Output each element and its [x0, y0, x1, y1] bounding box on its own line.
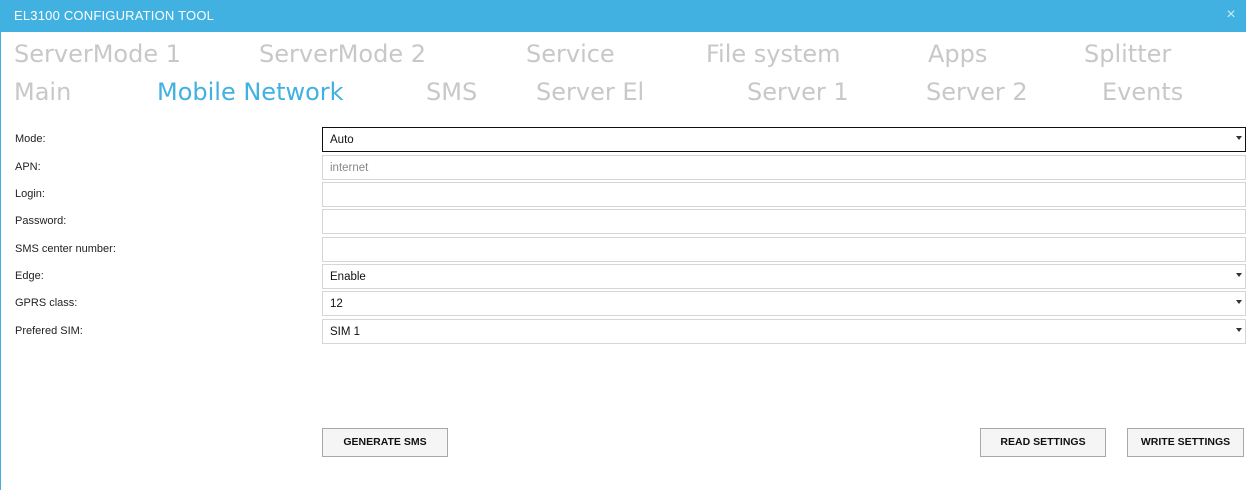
tab-sms[interactable]: SMS: [426, 78, 477, 106]
password-row: Password:: [0, 208, 1246, 234]
login-label: Login:: [15, 188, 45, 200]
apn-label: APN:: [15, 161, 41, 173]
gprs-class-row: GPRS class: 12: [0, 290, 1246, 316]
chevron-down-icon[interactable]: [1236, 300, 1242, 304]
tab-server-1[interactable]: Server 1: [747, 78, 849, 106]
apn-input[interactable]: internet: [322, 155, 1246, 180]
login-row: Login:: [0, 181, 1246, 207]
prefered-sim-label: Prefered SIM:: [15, 325, 83, 337]
chevron-down-icon[interactable]: [1236, 273, 1242, 277]
login-input[interactable]: [322, 182, 1246, 207]
tab-servermode-2[interactable]: ServerMode 2: [259, 40, 426, 68]
apn-row: APN: internet: [0, 154, 1246, 180]
tab-splitter[interactable]: Splitter: [1084, 40, 1171, 68]
tab-events[interactable]: Events: [1102, 78, 1183, 106]
tab-server-2[interactable]: Server 2: [926, 78, 1028, 106]
title-bar: EL3100 CONFIGURATION TOOL ×: [0, 0, 1246, 32]
tab-file-system[interactable]: File system: [706, 40, 841, 68]
edge-row: Edge: Enable: [0, 263, 1246, 289]
tab-mobile-network[interactable]: Mobile Network: [157, 78, 344, 106]
read-settings-button[interactable]: READ SETTINGS: [980, 428, 1106, 457]
password-input[interactable]: [322, 209, 1246, 234]
tab-server-el[interactable]: Server El: [536, 78, 644, 106]
tab-service[interactable]: Service: [526, 40, 615, 68]
close-icon[interactable]: ×: [1216, 0, 1246, 32]
mode-select[interactable]: Auto: [322, 127, 1246, 152]
password-label: Password:: [15, 215, 67, 227]
mode-value: Auto: [330, 134, 354, 146]
chevron-down-icon[interactable]: [1236, 328, 1242, 332]
gprs-class-label: GPRS class:: [15, 297, 78, 309]
edge-label: Edge:: [15, 270, 44, 282]
tab-row-1: ServerMode 1 ServerMode 2 Service File s…: [0, 40, 1246, 80]
tab-row-2: Main Mobile Network SMS Server El Server…: [0, 78, 1246, 118]
sms-center-label: SMS center number:: [15, 243, 116, 255]
apn-value: internet: [330, 162, 369, 174]
generate-sms-button[interactable]: GENERATE SMS: [322, 428, 448, 457]
gprs-class-value: 12: [330, 298, 343, 310]
mode-row: Mode: Auto: [0, 126, 1246, 152]
config-window: EL3100 CONFIGURATION TOOL × ServerMode 1…: [0, 0, 1246, 490]
gprs-class-select[interactable]: 12: [322, 291, 1246, 316]
sms-center-input[interactable]: [322, 237, 1246, 262]
tab-main[interactable]: Main: [14, 78, 71, 106]
tab-apps[interactable]: Apps: [928, 40, 987, 68]
edge-value: Enable: [330, 271, 366, 283]
mode-label: Mode:: [15, 133, 46, 145]
chevron-down-icon[interactable]: [1236, 136, 1242, 140]
write-settings-button[interactable]: WRITE SETTINGS: [1127, 428, 1244, 457]
prefered-sim-value: SIM 1: [330, 326, 361, 338]
prefered-sim-row: Prefered SIM: SIM 1: [0, 318, 1246, 344]
prefered-sim-select[interactable]: SIM 1: [322, 319, 1246, 344]
tab-servermode-1[interactable]: ServerMode 1: [14, 40, 181, 68]
edge-select[interactable]: Enable: [322, 264, 1246, 289]
window-title: EL3100 CONFIGURATION TOOL: [14, 8, 215, 23]
sms-center-row: SMS center number:: [0, 236, 1246, 262]
